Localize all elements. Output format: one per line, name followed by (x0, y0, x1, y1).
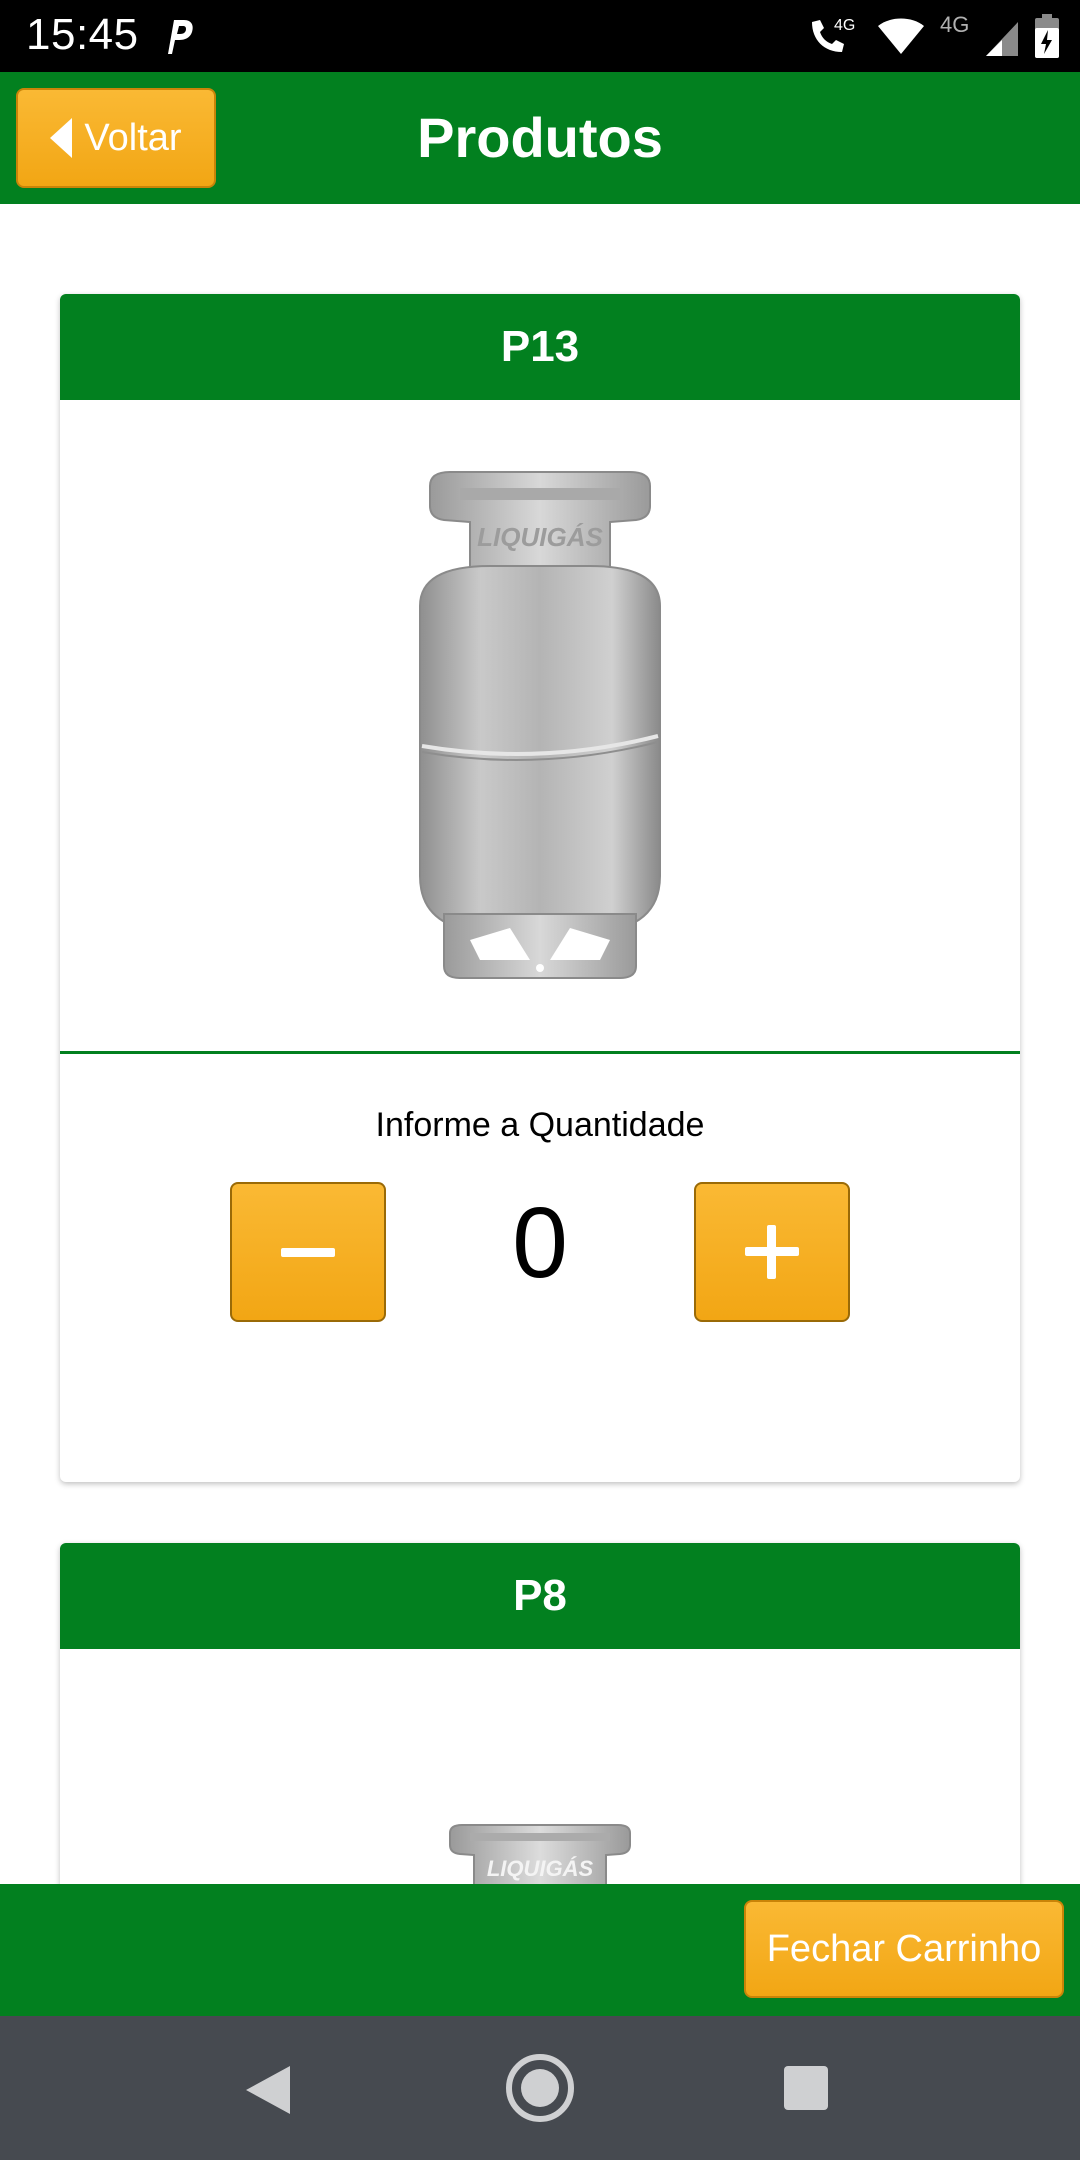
nav-back-icon[interactable] (246, 2066, 290, 2114)
quantity-value: 0 (512, 1187, 568, 1299)
close-cart-button[interactable]: Fechar Carrinho (744, 1900, 1064, 1998)
status-icons: 4G 4G (806, 12, 1060, 60)
nav-home-icon[interactable] (506, 2054, 574, 2122)
app-header: Produtos Voltar (0, 72, 1080, 204)
cylinder-brand-text: LIQUIGÁS (487, 1856, 594, 1881)
parking-app-icon (168, 20, 193, 54)
status-network-label-2: 4G (940, 14, 969, 37)
product-image: LIQUIGÁS (60, 400, 1020, 1054)
decrease-quantity-button[interactable] (230, 1182, 386, 1322)
increase-quantity-button[interactable] (694, 1182, 850, 1322)
minus-icon (281, 1247, 335, 1257)
plus-icon (745, 1225, 799, 1279)
product-card: P13 LIQUIGÁS Informe a Quantidade 0 (60, 294, 1020, 1482)
wifi-icon (878, 18, 924, 54)
status-network-label-1: 4G (834, 17, 855, 34)
product-name: P13 (60, 294, 1020, 400)
caret-left-icon (50, 118, 73, 158)
system-nav-bar (0, 2016, 1080, 2160)
wifi-calling-icon: 4G (812, 17, 855, 52)
back-button[interactable]: Voltar (16, 88, 216, 188)
status-time: 15:45 (26, 10, 139, 59)
quantity-label: Informe a Quantidade (375, 1106, 705, 1144)
nav-recent-apps-icon[interactable] (784, 2066, 828, 2110)
cylinder-brand-text: LIQUIGÁS (477, 522, 603, 552)
cart-bar: Fechar Carrinho (0, 1884, 1080, 2016)
product-name: P8 (60, 1543, 1020, 1649)
cellular-signal-icon: 4G (940, 14, 1018, 56)
back-button-label: Voltar (84, 116, 182, 159)
battery-charging-icon (1035, 14, 1059, 58)
status-bar: 15:45 4G 4G (0, 0, 1080, 72)
product-card: P8 LIQUIGÁS (60, 1543, 1020, 1943)
quantity-section: Informe a Quantidade 0 (60, 1054, 1020, 1378)
screen: 15:45 4G 4G Produtos Voltar P13 LIQUIGÁS… (0, 0, 1080, 2160)
gas-cylinder-image: LIQUIGÁS (419, 470, 661, 979)
